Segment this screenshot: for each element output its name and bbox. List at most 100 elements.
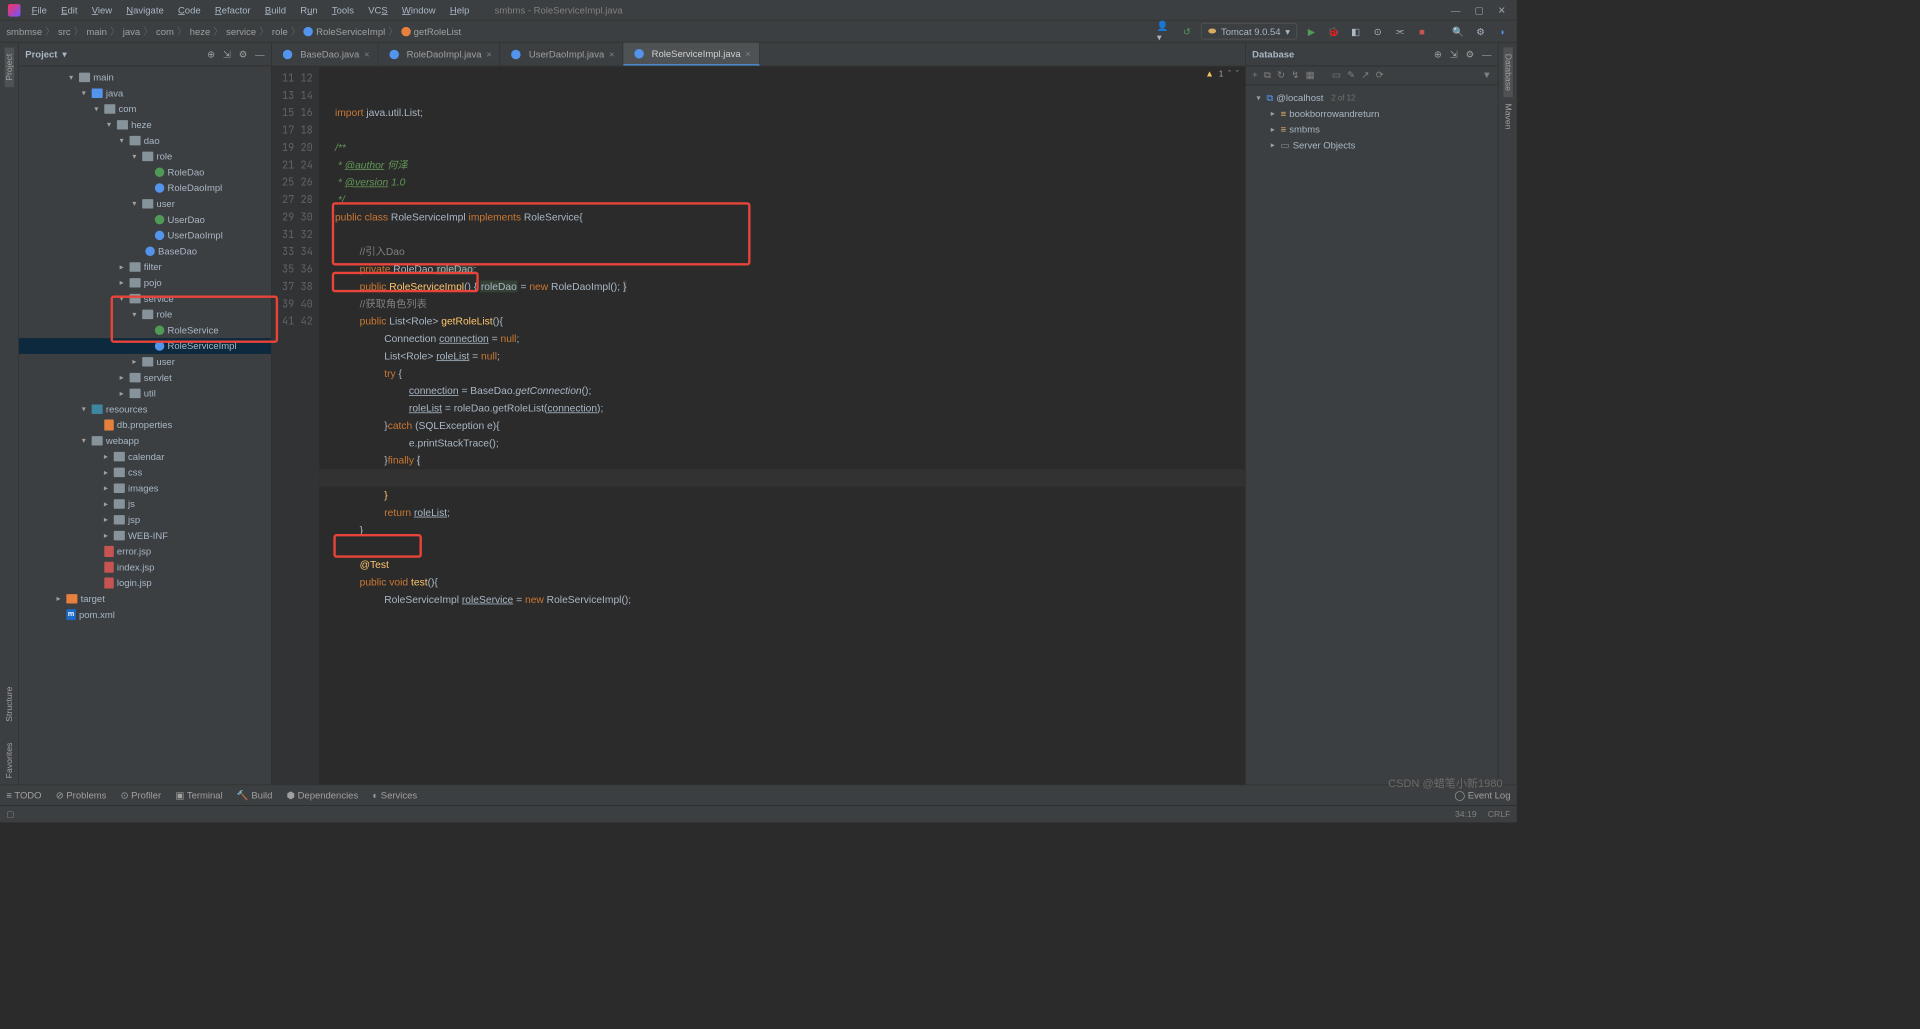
inspection-widget[interactable]: ▲ 1 ˆ ˇ [1205, 70, 1238, 79]
event-log-button[interactable]: ◯ Event Log [1455, 790, 1511, 801]
menu-code[interactable]: Code [172, 2, 207, 18]
tw-todo[interactable]: ≡ TODO [6, 790, 41, 801]
tree-item[interactable]: UserDao [19, 212, 271, 228]
tree-item[interactable]: ▾resources [19, 401, 271, 417]
tree-item[interactable]: mpom.xml [19, 607, 271, 623]
menu-navigate[interactable]: Navigate [120, 2, 170, 18]
hide-icon[interactable]: — [255, 49, 264, 60]
bc-smbmse[interactable]: smbmse [6, 26, 42, 37]
table-icon[interactable]: ▭ [1332, 70, 1341, 82]
tree-item[interactable]: ▸WEB-INF [19, 528, 271, 544]
copy-icon[interactable]: ⧉ [1264, 70, 1271, 82]
bc-role[interactable]: role [272, 26, 288, 37]
tx-icon[interactable]: ▦ [1306, 70, 1315, 82]
tree-item[interactable]: index.jsp [19, 559, 271, 575]
tw-project[interactable]: Project [4, 47, 13, 87]
tree-item[interactable]: ▸user [19, 354, 271, 370]
coverage-icon[interactable]: ◧ [1348, 23, 1364, 39]
jump-icon[interactable]: ↗ [1362, 70, 1370, 82]
tw-problems[interactable]: ⊘ Problems [56, 790, 107, 801]
tw-database[interactable]: Database [1503, 47, 1512, 97]
tree-item[interactable]: BaseDao [19, 243, 271, 259]
bc-main[interactable]: main [86, 26, 107, 37]
chevron-down-icon[interactable]: ▾ [62, 49, 67, 60]
db-row[interactable]: ▾⧉@localhost2 of 12 [1249, 90, 1495, 106]
db-row[interactable]: ▸▭Server Objects [1249, 137, 1495, 153]
tree-item[interactable]: db.properties [19, 417, 271, 433]
tab-basedao[interactable]: BaseDao.java× [272, 43, 378, 66]
close-icon[interactable]: × [745, 48, 751, 59]
tree-item[interactable]: ▸servlet [19, 370, 271, 386]
menu-build[interactable]: Build [259, 2, 293, 18]
bc-service[interactable]: service [226, 26, 256, 37]
tree-item[interactable]: ▾role [19, 149, 271, 165]
close-icon[interactable]: × [486, 49, 492, 60]
tree-item[interactable]: login.jsp [19, 575, 271, 591]
tw-favorites[interactable]: Favorites [4, 736, 13, 784]
minimize-icon[interactable]: — [1451, 4, 1460, 15]
run-config-combo[interactable]: ⬬ Tomcat 9.0.54 ▾ [1201, 23, 1297, 40]
tool-windows-icon[interactable]: ▢ [6, 809, 14, 819]
menu-tools[interactable]: Tools [326, 2, 361, 18]
db-row[interactable]: ▸≡smbms [1249, 122, 1495, 138]
chevron-down-icon[interactable]: ˇ [1236, 70, 1239, 79]
tree-item[interactable]: error.jsp [19, 544, 271, 560]
stop-icon[interactable]: ■ [1414, 23, 1430, 39]
tree-item[interactable]: ▸images [19, 480, 271, 496]
tree-item[interactable]: ▸util [19, 386, 271, 402]
close-icon[interactable]: × [364, 49, 370, 60]
close-icon[interactable]: ✕ [1498, 4, 1506, 15]
profile-icon[interactable]: ⊙ [1370, 23, 1386, 39]
tree-item[interactable]: ▸css [19, 465, 271, 481]
tree-item[interactable]: ▸pojo [19, 275, 271, 291]
menu-file[interactable]: File [25, 2, 53, 18]
tab-roledaoimpl[interactable]: RoleDaoImpl.java× [378, 43, 500, 66]
sync-icon[interactable]: ↺ [1179, 23, 1195, 39]
settings-icon[interactable]: ⚙ [1473, 23, 1489, 39]
tw-services[interactable]: ◐ Services [372, 790, 417, 801]
gear-icon[interactable]: ⚙ [1466, 49, 1475, 60]
search-icon[interactable]: 🔍 [1450, 23, 1466, 39]
menu-edit[interactable]: Edit [55, 2, 84, 18]
tree-item[interactable]: RoleDao [19, 164, 271, 180]
bc-com[interactable]: com [156, 26, 174, 37]
bc-class[interactable]: RoleServiceImpl [316, 26, 385, 37]
tree-item[interactable]: ▸calendar [19, 449, 271, 465]
locate-icon[interactable]: ⊕ [1434, 49, 1442, 60]
tree-item[interactable]: ▸jsp [19, 512, 271, 528]
tw-maven[interactable]: Maven [1503, 97, 1512, 136]
tw-build[interactable]: 🔨 Build [237, 790, 273, 801]
tw-dependencies[interactable]: ⬢ Dependencies [287, 790, 359, 801]
tree-item[interactable]: ▾com [19, 101, 271, 117]
tree-item[interactable]: ▾role [19, 307, 271, 323]
tree-item[interactable]: UserDaoImpl [19, 228, 271, 244]
tw-profiler[interactable]: ⊙ Profiler [121, 790, 162, 801]
project-tree[interactable]: ▾main ▾java ▾com ▾heze ▾dao ▾role RoleDa… [19, 66, 271, 784]
run-icon[interactable]: ▶ [1304, 23, 1320, 39]
tw-terminal[interactable]: ▣ Terminal [175, 790, 222, 801]
db-tree[interactable]: ▾⧉@localhost2 of 12 ▸≡bookborrowandretur… [1246, 85, 1498, 158]
user-icon[interactable]: 👤▾ [1157, 23, 1173, 39]
add-icon[interactable]: + [1252, 70, 1258, 82]
menu-help[interactable]: Help [444, 2, 476, 18]
tree-item[interactable]: ▾service [19, 291, 271, 307]
bc-java[interactable]: java [123, 26, 140, 37]
hide-icon[interactable]: — [1482, 49, 1491, 60]
locate-icon[interactable]: ⊕ [207, 49, 215, 60]
menu-refactor[interactable]: Refactor [209, 2, 257, 18]
filter-icon[interactable]: ▼ [1482, 70, 1491, 82]
code-content[interactable]: import import java.util.List;java.util.L… [319, 66, 1245, 784]
line-ending[interactable]: CRLF [1488, 809, 1511, 818]
menu-view[interactable]: View [85, 2, 118, 18]
tree-item[interactable]: ▸js [19, 496, 271, 512]
avatar-icon[interactable]: ◗ [1495, 23, 1511, 39]
chevron-up-icon[interactable]: ˆ [1228, 70, 1231, 79]
caret-position[interactable]: 34:19 [1455, 809, 1477, 818]
bc-heze[interactable]: heze [190, 26, 211, 37]
tree-item[interactable]: ▾java [19, 85, 271, 101]
tree-item[interactable]: ▸target [19, 591, 271, 607]
tree-item-selected[interactable]: RoleServiceImpl [19, 338, 271, 354]
tree-item[interactable]: ▾dao [19, 133, 271, 149]
tree-item[interactable]: ▸filter [19, 259, 271, 275]
debug-icon[interactable]: 🐞 [1326, 23, 1342, 39]
